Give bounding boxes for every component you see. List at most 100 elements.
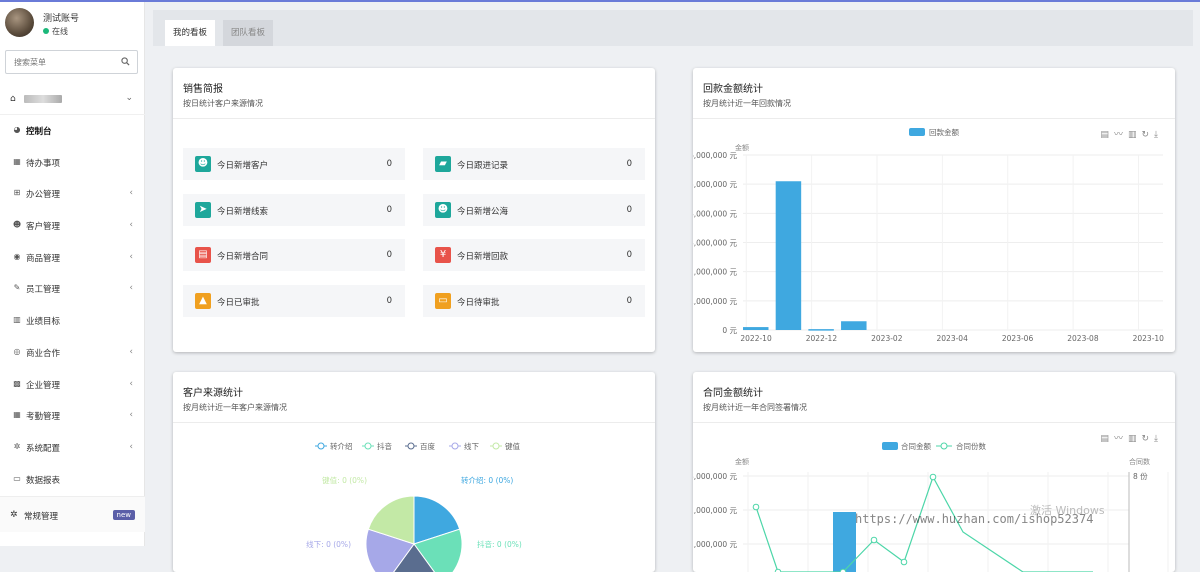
x-tick-label: 2023-02 <box>871 334 903 343</box>
chevron-left-icon: ‹ <box>129 251 133 262</box>
sidebar-item-label: 商业合作 <box>26 348 61 359</box>
sidebar-item-label: 商品管理 <box>26 253 61 264</box>
legend-label[interactable]: 键值 <box>505 441 520 451</box>
stat-tile[interactable]: ▲ 今日已审批 0 <box>183 284 405 317</box>
sidebar-item[interactable]: ◉ 商品管理 ‹ <box>0 242 145 274</box>
user-status-text: 在线 <box>52 27 68 36</box>
sidebar-item[interactable]: ✎ 员工管理 ‹ <box>0 273 145 305</box>
x-tick-label: 2023-06 <box>1002 334 1034 343</box>
sidebar-item[interactable]: ▦ 考勤管理 ‹ <box>0 400 145 432</box>
legend-label[interactable]: 合同份数 <box>956 441 986 451</box>
chevron-down-icon: ⌄ <box>125 93 133 103</box>
customer-icon: ☻ <box>195 156 211 172</box>
y-axis-label: 金额 <box>735 457 749 466</box>
brush-icon: ✎ <box>13 283 21 293</box>
sidebar-item[interactable]: ▦ 待办事项 <box>0 147 145 179</box>
stat-value: 0 <box>386 250 392 260</box>
legend-swatch <box>909 128 925 136</box>
chevron-left-icon: ‹ <box>129 220 133 231</box>
y2-tick-label: 8 份 <box>1133 471 1148 481</box>
stat-value: 0 <box>626 204 632 215</box>
menu-group-header[interactable]: ⌂ ⌄ <box>0 85 145 115</box>
chevron-left-icon: ‹ <box>129 346 133 357</box>
tab-team-board[interactable]: 团队看板 <box>223 20 274 46</box>
pin-icon: ➤ <box>195 201 211 218</box>
stat-tile[interactable]: ▤ 今日新增合同 0 <box>183 239 405 271</box>
top-accent-line <box>0 0 1200 2</box>
y-tick-label: 3,000,000 元 <box>693 239 737 248</box>
sidebar-item[interactable]: ▭ 数据报表 <box>0 464 145 496</box>
stat-tile[interactable]: ☻ 今日新增公海 0 <box>423 193 645 226</box>
sidebar-item-label: 待办事项 <box>26 158 61 169</box>
stat-tile[interactable]: ☻ 今日新增客户 0 <box>183 148 405 180</box>
stat-tile[interactable]: ▭ 今日待审批 0 <box>423 284 645 317</box>
tab-my-board[interactable]: 我的看板 <box>165 20 216 46</box>
card-title: 销售简报 <box>183 84 223 95</box>
search-input[interactable] <box>6 51 116 73</box>
user-name: 测试账号 <box>43 14 80 24</box>
sidebar-item-label: 系统配置 <box>26 443 61 454</box>
card-title: 合同金额统计 <box>703 388 763 399</box>
y-tick-label: 2,000,000 元 <box>693 540 737 549</box>
slice-label: 线下: 0 (0%) <box>306 539 351 549</box>
legend-label[interactable]: 百度 <box>420 441 435 451</box>
calendar-check-icon: ▦ <box>13 410 21 420</box>
y-tick-label: 0 元 <box>722 326 737 335</box>
stat-label: 今日新增合同 <box>217 252 269 262</box>
slice-label: 抖音: 0 (0%) <box>477 539 522 549</box>
sidebar-item[interactable]: ◕ 控制台 <box>0 115 145 147</box>
bar[interactable] <box>841 321 867 330</box>
legend-marker <box>407 442 415 450</box>
stat-label: 今日新增公海 <box>457 206 509 217</box>
legend-label[interactable]: 回款金额 <box>929 127 959 137</box>
avatar[interactable] <box>5 8 34 37</box>
bar[interactable] <box>743 327 769 330</box>
user-status: 在线 <box>43 26 68 37</box>
stat-value: 0 <box>626 295 632 306</box>
public-pool-icon: ☻ <box>435 201 451 218</box>
slice-label: 键值: 0 (0%) <box>322 475 367 485</box>
sidebar-item-label: 控制台 <box>26 127 52 137</box>
legend-marker <box>364 442 372 450</box>
online-dot-icon <box>43 28 49 34</box>
legend-label[interactable]: 转介绍 <box>330 441 353 451</box>
sidebar-item-label: 客户管理 <box>26 222 61 233</box>
sidebar-item[interactable]: ▩ 企业管理 ‹ <box>0 369 145 401</box>
sidebar-item[interactable]: ◎ 商业合作 ‹ <box>0 337 145 369</box>
sidebar-item-general[interactable]: ✲ 常规管理 new <box>0 496 145 532</box>
line-point[interactable] <box>929 473 937 481</box>
sidebar-item[interactable]: ☻ 客户管理 ‹ <box>0 210 145 242</box>
stat-tile[interactable]: ▰ 今日跟进记录 0 <box>423 148 645 180</box>
y-tick-label: 1,000,000 元 <box>693 297 737 306</box>
divider <box>173 118 655 119</box>
legend-label[interactable]: 合同金额 <box>901 441 931 451</box>
bar[interactable] <box>775 181 802 330</box>
sidebar-item[interactable]: ▥ 业绩目标 <box>0 305 145 337</box>
stat-label: 今日已审批 <box>217 297 260 308</box>
legend-swatch <box>882 442 898 450</box>
legend-label[interactable]: 线下 <box>464 441 479 451</box>
search-icon[interactable] <box>121 57 130 66</box>
source-pie-chart: 转介绍 抖音 百度 线下 键值转介绍: 0 (0%) 抖音: 0 (0%) 线下: 0 (0… <box>306 441 522 572</box>
sidebar-item[interactable]: ⊞ 办公管理 ‹ <box>0 178 145 210</box>
bar[interactable] <box>808 329 834 331</box>
line-point[interactable] <box>752 503 760 511</box>
sidebar-item-label: 员工管理 <box>26 285 61 296</box>
card-subtitle: 按月统计近一年客户来源情况 <box>183 403 287 412</box>
legend-label[interactable]: 抖音 <box>377 441 392 451</box>
sidebar-item[interactable]: ✲ 系统配置 ‹ <box>0 432 145 464</box>
approved-icon: ▲ <box>195 292 211 309</box>
stat-label: 今日新增线索 <box>217 206 269 217</box>
card-subtitle: 按日统计客户来源情况 <box>183 99 263 108</box>
line-point[interactable] <box>900 558 908 566</box>
sidebar: 测试账号 在线 ⌂ ⌄ ◕控制台▦待办事项⊞办公管理‹☻客户管理‹◉商品管理‹✎… <box>0 2 145 546</box>
stat-label: 今日新增客户 <box>217 161 269 171</box>
laptop-icon: ▭ <box>13 473 21 483</box>
bank-icon: ▩ <box>13 378 21 388</box>
stat-value: 0 <box>386 295 392 306</box>
sidebar-item-label: 企业管理 <box>26 380 61 391</box>
y-tick-label: 2,000,000 元 <box>693 268 737 277</box>
stat-tile[interactable]: ¥ 今日新增回款 0 <box>423 239 645 271</box>
stat-tile[interactable]: ➤ 今日新增线索 0 <box>183 193 405 226</box>
line-point[interactable] <box>870 536 878 544</box>
